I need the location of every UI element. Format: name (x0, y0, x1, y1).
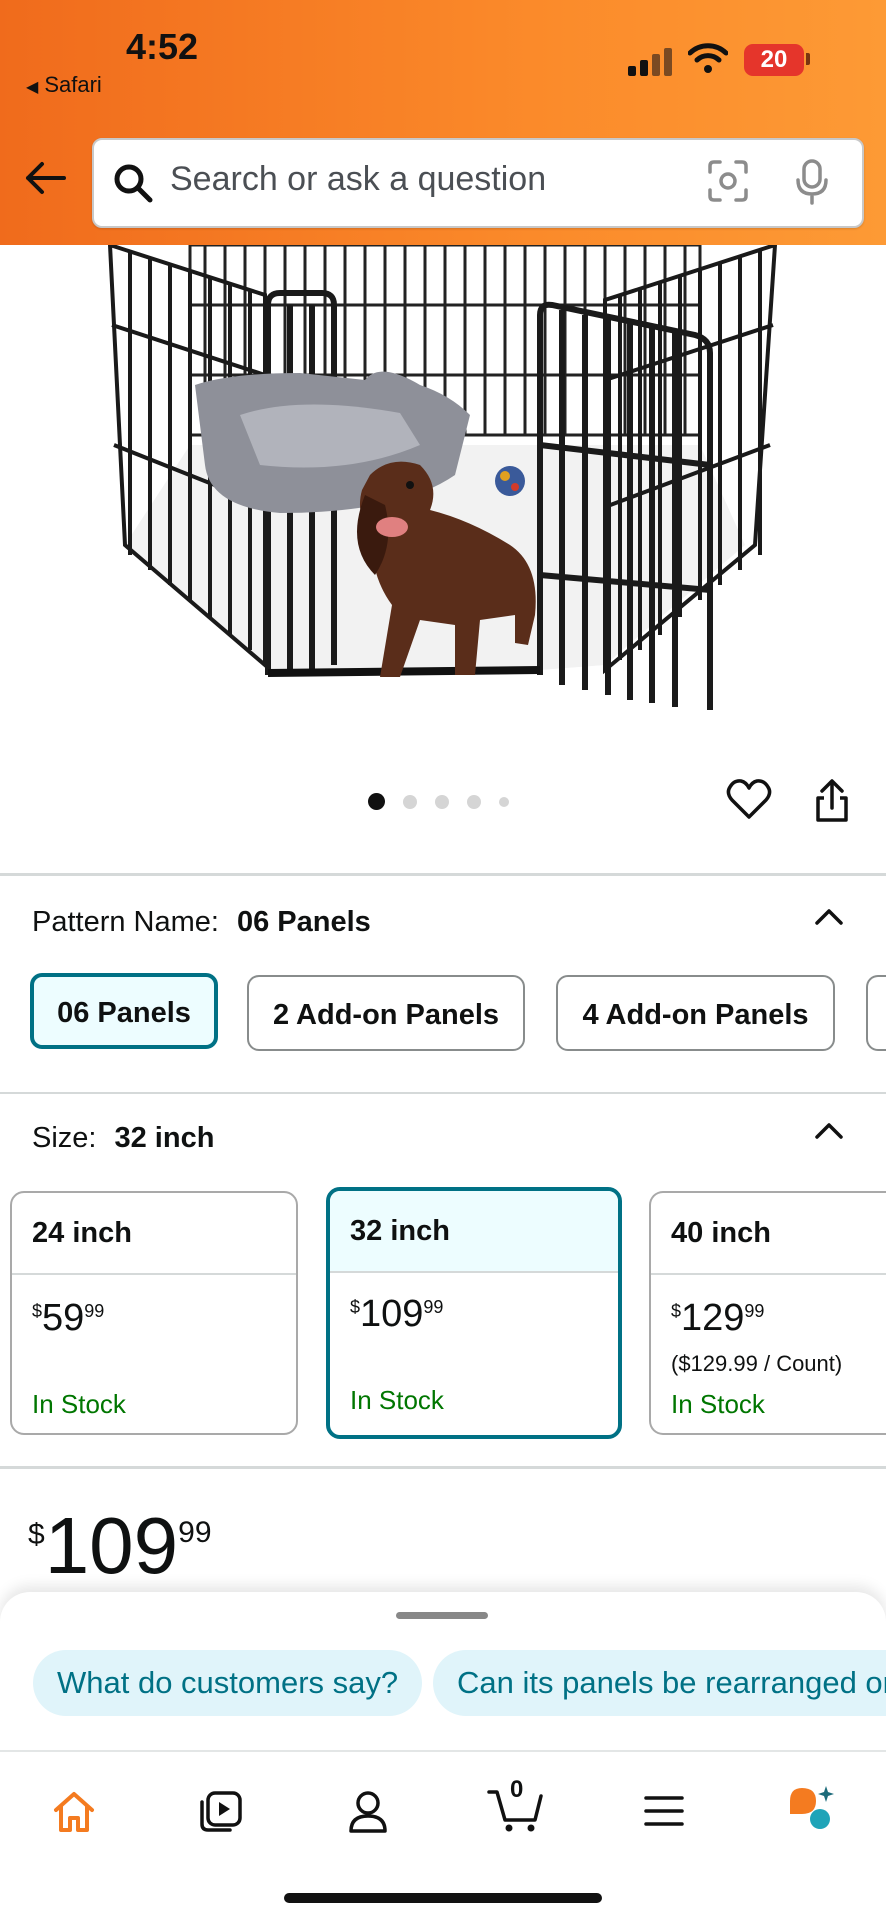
battery-indicator: 20 (744, 44, 804, 76)
pattern-option-06-panels[interactable]: 06 Panels (30, 973, 218, 1049)
pattern-label: Pattern Name: (32, 906, 219, 938)
size-option-name: 32 inch (330, 1191, 618, 1273)
cart-count: 0 (510, 1776, 524, 1803)
size-option-name: 40 inch (651, 1193, 886, 1275)
unit-price: ($129.99 / Count) (671, 1351, 843, 1376)
top-header: 4:52 ◀ Safari 20 Search or ask a question (0, 0, 886, 245)
stock-status: In Stock (32, 1389, 126, 1419)
status-time: 4:52 (126, 26, 199, 67)
product-price: $10999 (28, 1500, 212, 1592)
heart-icon[interactable] (726, 778, 772, 820)
back-app-label: Safari (44, 72, 102, 97)
search-input[interactable]: Search or ask a question (170, 160, 546, 199)
size-row: Size: 32 inch (32, 1122, 214, 1155)
size-label: Size: (32, 1122, 97, 1154)
pattern-option-2-add-on-panels[interactable]: 2 Add-on Panels (247, 975, 525, 1051)
search-bar[interactable]: Search or ask a question (92, 138, 864, 228)
suggestion-chip[interactable]: What do customers say? (33, 1650, 423, 1716)
size-option-price: $10999 (350, 1293, 444, 1335)
product-image[interactable] (0, 245, 886, 765)
cart-tab[interactable]: 0 (487, 1776, 545, 1834)
search-icon (114, 164, 153, 203)
home-indicator (284, 1893, 602, 1903)
cellular-signal-icon (628, 46, 674, 76)
back-to-app-link[interactable]: ◀ Safari (26, 72, 102, 98)
microphone-icon[interactable] (794, 158, 830, 206)
chevron-up-icon[interactable] (814, 906, 844, 926)
back-triangle-icon: ◀ (26, 79, 39, 96)
image-carousel-dots[interactable] (368, 793, 527, 811)
stock-status: In Stock (350, 1385, 444, 1415)
section-divider (0, 1092, 886, 1094)
stock-status: In Stock (671, 1389, 765, 1419)
section-divider (0, 1466, 886, 1469)
pattern-name-row: Pattern Name: 06 Panels (32, 906, 371, 939)
pattern-selected-value: 06 Panels (236, 906, 371, 938)
battery-nub (806, 53, 810, 65)
sheet-drag-handle[interactable] (396, 1612, 488, 1619)
price-cents: 99 (178, 1516, 212, 1549)
share-icon[interactable] (812, 778, 852, 824)
price-symbol: $ (28, 1518, 45, 1551)
size-selected-value: 32 inch (114, 1122, 215, 1154)
rufus-assistant-icon[interactable] (786, 1784, 836, 1834)
camera-lens-icon[interactable] (706, 158, 750, 204)
video-icon[interactable] (198, 1790, 244, 1834)
back-arrow-icon[interactable] (24, 160, 66, 196)
suggestions-sheet: What do customers say? Can its panels be… (0, 1592, 886, 1752)
menu-icon[interactable] (644, 1794, 684, 1828)
size-option-24-inch[interactable]: 24 inch $5999 In Stock (10, 1191, 298, 1435)
size-option-price: $12999 (671, 1297, 765, 1339)
dog-playpen-illustration (107, 245, 778, 710)
wifi-icon (688, 43, 728, 73)
size-option-32-inch[interactable]: 32 inch $10999 In Stock (326, 1187, 622, 1439)
suggestion-chip[interactable]: Can its panels be rearranged or (433, 1650, 886, 1716)
section-divider (0, 873, 886, 876)
account-icon[interactable] (347, 1790, 389, 1834)
size-option-name: 24 inch (12, 1193, 296, 1275)
pattern-option-4-add-on-panels[interactable]: 4 Add-on Panels (556, 975, 835, 1051)
size-option-40-inch[interactable]: 40 inch $12999 ($129.99 / Count) In Stoc… (649, 1191, 886, 1435)
price-dollars: 109 (44, 1501, 179, 1590)
home-icon[interactable] (52, 1790, 96, 1834)
chevron-up-icon[interactable] (814, 1120, 844, 1140)
size-option-price: $5999 (32, 1297, 105, 1339)
pattern-option-partial[interactable] (866, 975, 886, 1051)
